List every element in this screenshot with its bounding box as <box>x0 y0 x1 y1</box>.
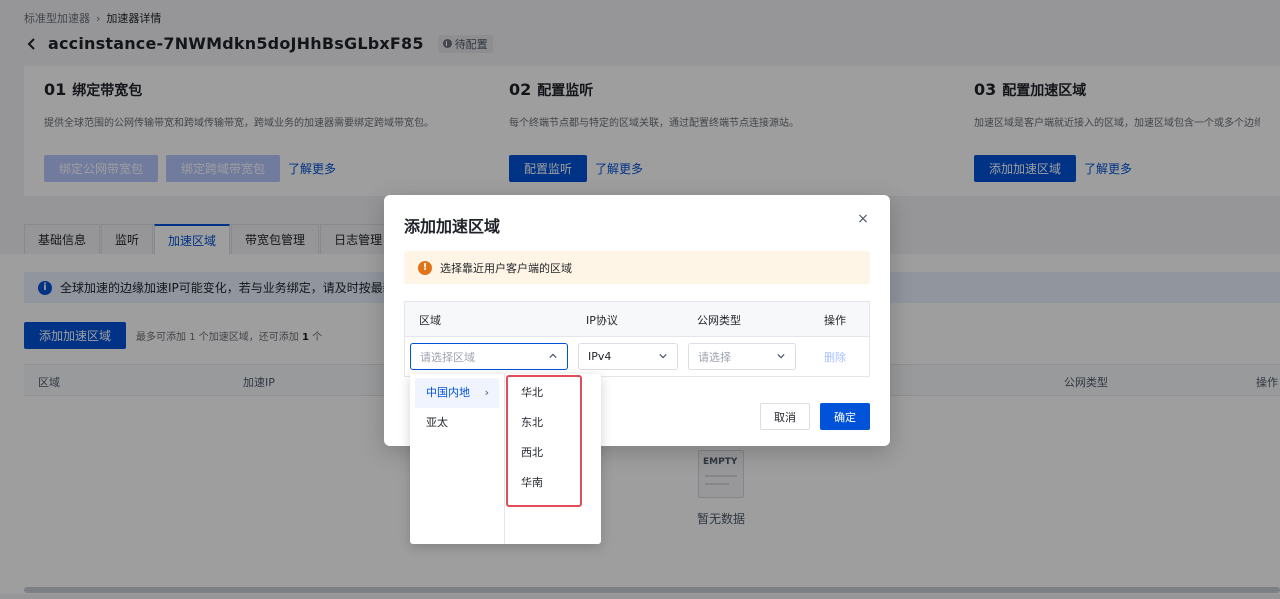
cascader-option-asia-pacific[interactable]: 亚太 <box>415 408 499 438</box>
cascader-option-mainland-china[interactable]: 中国内地 › <box>415 378 499 408</box>
close-icon[interactable]: × <box>856 212 870 226</box>
chevron-right-icon: › <box>484 386 489 399</box>
chevron-down-icon <box>777 353 785 359</box>
chevron-down-icon <box>659 353 667 359</box>
form-table-row: 请选择区域 IPv4 请选择 删除 <box>405 337 869 377</box>
cascader-option-label: 中国内地 <box>426 386 470 399</box>
net-type-placeholder: 请选择 <box>698 350 731 364</box>
warning-text: 选择靠近用户客户端的区域 <box>440 261 572 275</box>
warning-alert: ! 选择靠近用户客户端的区域 <box>404 251 870 284</box>
cascader-level1: 中国内地 › 亚太 <box>410 374 505 544</box>
form-table-header: 区域 IP协议 公网类型 操作 <box>405 302 869 337</box>
col-net-type: 公网类型 <box>697 314 741 327</box>
ip-protocol-value: IPv4 <box>588 350 612 363</box>
dialog-footer: 取消 确定 <box>760 403 870 430</box>
cancel-button[interactable]: 取消 <box>760 403 810 430</box>
net-type-select[interactable]: 请选择 <box>688 343 796 370</box>
ip-protocol-select[interactable]: IPv4 <box>578 343 678 370</box>
warning-icon: ! <box>418 260 432 275</box>
cascader-option-label: 亚太 <box>426 416 448 429</box>
region-select[interactable]: 请选择区域 <box>410 343 568 370</box>
delete-row-link[interactable]: 删除 <box>824 349 846 365</box>
col-region: 区域 <box>419 314 441 327</box>
confirm-button[interactable]: 确定 <box>820 403 870 430</box>
page: 标准型加速器 › 加速器详情 accinstance-7NWMdkn5doJHh… <box>0 0 1280 599</box>
chevron-up-icon <box>549 353 557 359</box>
dialog-title: 添加加速区域 <box>404 217 501 236</box>
col-ip-protocol: IP协议 <box>586 314 618 327</box>
region-select-placeholder: 请选择区域 <box>420 350 475 364</box>
col-operation: 操作 <box>824 314 846 327</box>
region-form-table: 区域 IP协议 公网类型 操作 请选择区域 IPv4 请选择 删除 <box>404 301 870 377</box>
annotation-highlight-box <box>506 375 582 507</box>
